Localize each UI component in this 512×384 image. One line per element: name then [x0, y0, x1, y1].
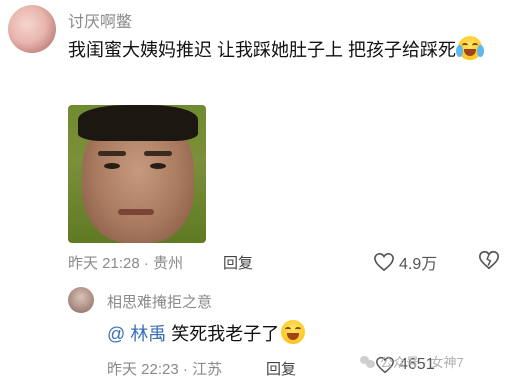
mention-link[interactable]: @ 林禹	[107, 324, 166, 344]
comment-body: 笑死我老子了	[171, 324, 280, 344]
timestamp: 昨天 21:28	[68, 255, 140, 272]
username[interactable]: 相思难掩拒之意	[107, 291, 212, 312]
username[interactable]: 讨厌啊鳖	[68, 8, 132, 32]
location: 江苏	[192, 361, 223, 378]
comment-image[interactable]	[68, 105, 206, 243]
reply-button[interactable]: 回复	[223, 252, 253, 273]
dislike-button[interactable]	[478, 249, 500, 276]
comment-meta: 昨天 21:28 · 贵州	[68, 255, 184, 272]
broken-heart-icon	[479, 250, 499, 270]
comment-meta: 昨天 22:23 · 江苏	[107, 361, 223, 378]
laughing-crying-emoji-icon	[456, 36, 484, 60]
comment-text: @ 林禹 笑死我老子了	[107, 320, 306, 348]
avatar[interactable]	[8, 5, 56, 53]
comment-text: 我闺蜜大姨妈推迟 让我踩她肚子上 把孩子给踩死	[68, 35, 508, 65]
comment-body: 我闺蜜大姨妈推迟 让我踩她肚子上 把孩子给踩死	[68, 40, 456, 60]
like-button[interactable]: 4.9万	[373, 250, 437, 274]
avatar[interactable]	[68, 287, 94, 313]
grinning-emoji-icon	[281, 320, 306, 344]
timestamp: 昨天 22:23	[107, 361, 179, 378]
watermark-text: 公众号 · 女神7	[380, 355, 464, 370]
reply-button[interactable]: 回复	[266, 358, 296, 379]
heart-icon	[374, 252, 394, 272]
wechat-icon	[360, 355, 376, 368]
location: 贵州	[153, 255, 184, 272]
like-count: 4.9万	[399, 256, 438, 273]
watermark: 公众号 · 女神7	[360, 352, 464, 371]
